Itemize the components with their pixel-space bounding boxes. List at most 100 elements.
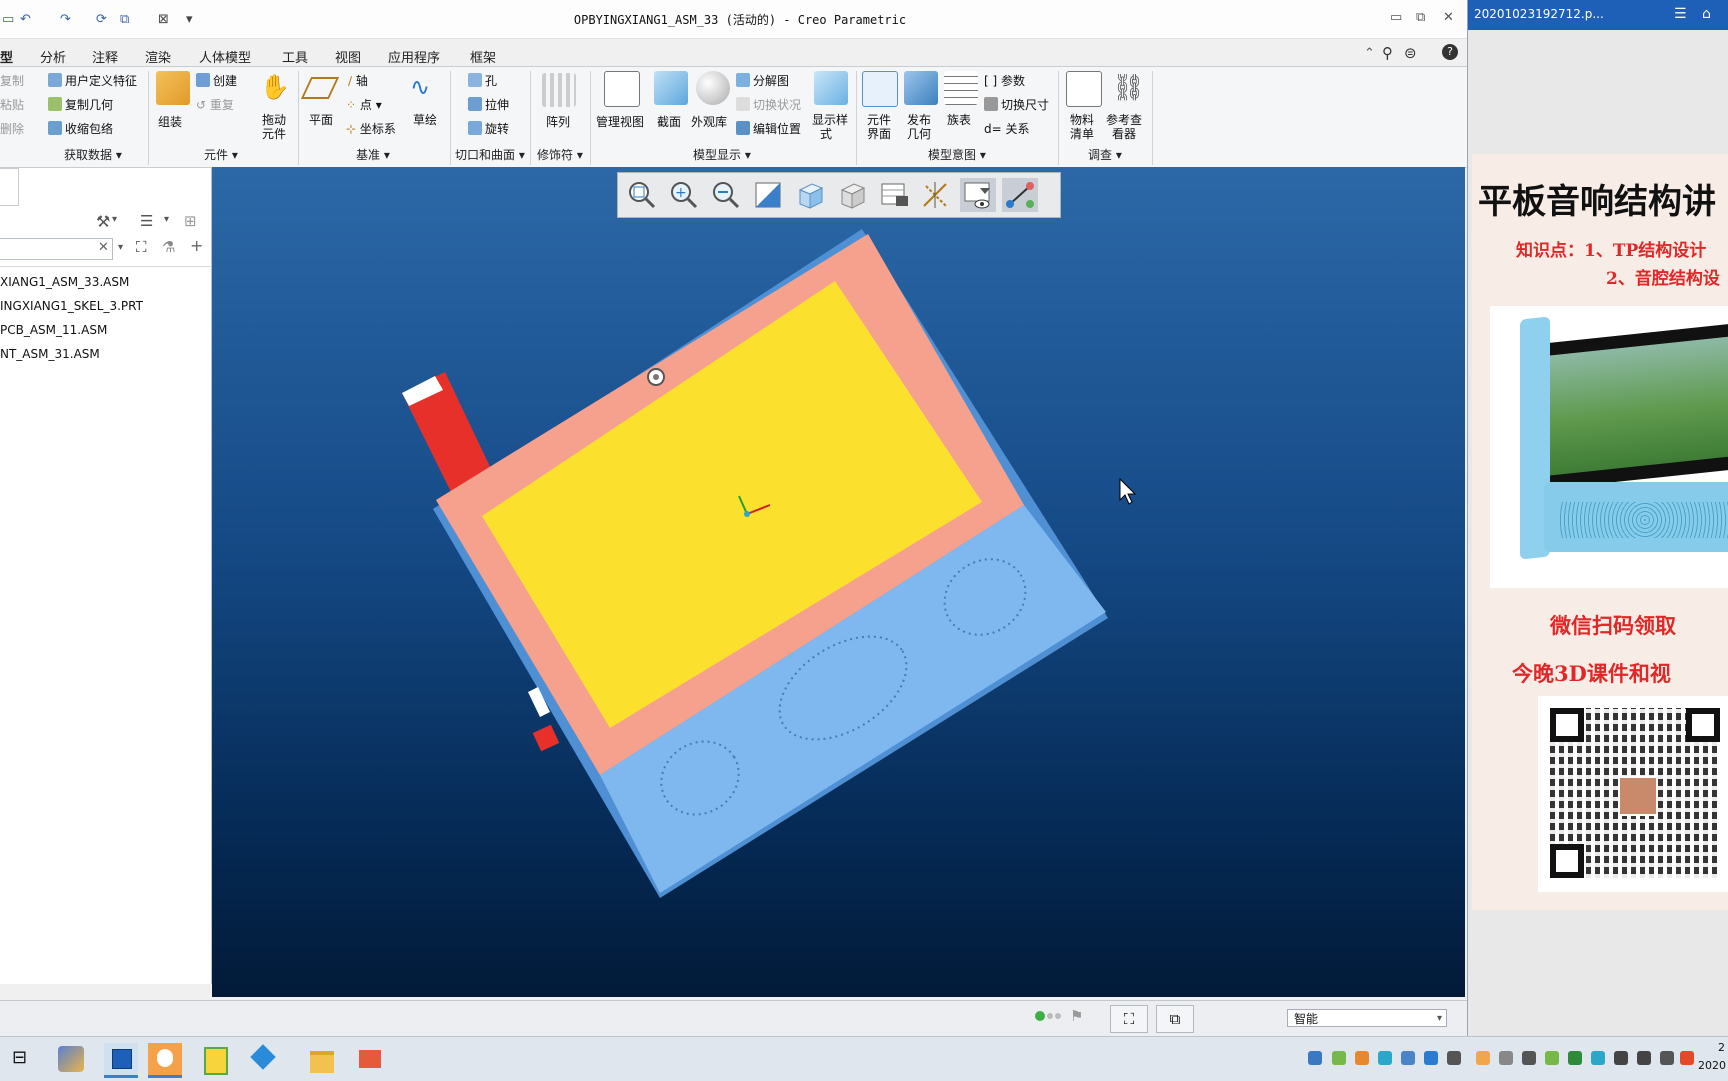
assemble-label[interactable]: 组装 — [158, 113, 182, 130]
find-icon[interactable]: ⛶ — [136, 238, 147, 256]
clear-search-icon[interactable]: ✕ — [98, 240, 109, 255]
tray-icon-6[interactable] — [1424, 1051, 1438, 1065]
group-component[interactable]: 元件 ▾ — [204, 146, 238, 163]
annotation-display-icon[interactable] — [1002, 178, 1038, 212]
edit-position-button[interactable]: 编辑位置 — [736, 120, 801, 137]
manage-views-label[interactable]: 管理视图 — [596, 113, 644, 130]
orient-icon[interactable] — [792, 178, 828, 212]
component-interface-label-2[interactable]: 界面 — [867, 125, 891, 142]
customize-quick-access-icon[interactable]: ▾ — [186, 12, 193, 27]
clock-line-2[interactable]: 2020 — [1698, 1059, 1726, 1072]
show-dropdown-icon[interactable]: ▾ — [112, 214, 117, 225]
tab-analysis[interactable]: 分析 — [40, 47, 66, 66]
display-style-icon[interactable] — [876, 178, 912, 212]
copy-geometry-button[interactable]: 复制几何 — [48, 96, 113, 113]
close-button[interactable]: ✕ — [1443, 10, 1454, 25]
collapse-ribbon-icon[interactable]: ⌃ — [1364, 46, 1375, 61]
shrinkwrap-button[interactable]: 收缩包络 — [48, 120, 113, 137]
help-icon[interactable]: ? — [1442, 44, 1458, 60]
repeat-button[interactable]: ↺ 重复 — [196, 96, 234, 113]
pattern-label[interactable]: 阵列 — [546, 113, 570, 130]
file-tab[interactable]: 20201023192712.p... — [1474, 7, 1604, 21]
zoom-in-icon[interactable]: + — [666, 178, 702, 212]
input-method-icon[interactable] — [1680, 1051, 1694, 1065]
revolve-button[interactable]: 旋转 — [468, 120, 509, 137]
tray-icon-2[interactable] — [1332, 1051, 1346, 1065]
group-model-intent[interactable]: 模型意图 ▾ — [928, 146, 986, 163]
family-table-icon[interactable] — [944, 71, 978, 105]
filter-icon[interactable]: ⚗ — [162, 238, 175, 256]
tray-icon-13[interactable] — [1591, 1051, 1605, 1065]
slides-app-icon[interactable] — [352, 1043, 386, 1075]
exploded-view-button[interactable]: 分解图 — [736, 72, 789, 89]
tree-columns-icon[interactable]: ⊞ — [184, 212, 197, 230]
redo-icon[interactable]: ↷ — [60, 12, 71, 27]
close-window-icon[interactable]: ⊠ — [158, 12, 169, 27]
recorder-app-icon[interactable] — [148, 1043, 182, 1078]
notes-app-icon[interactable] — [196, 1043, 230, 1075]
create-button[interactable]: 创建 — [196, 72, 237, 89]
appearance-gallery-icon[interactable] — [696, 71, 730, 105]
tab-framework[interactable]: 框架 — [470, 47, 496, 66]
relations-button[interactable]: d= 关系 — [984, 120, 1030, 137]
undo-icon[interactable]: ↶ — [20, 12, 31, 27]
zoom-out-icon[interactable] — [708, 178, 744, 212]
appearance-label[interactable]: 外观库 — [691, 113, 727, 130]
tab-render[interactable]: 渲染 — [145, 47, 171, 66]
group-modifiers[interactable]: 修饰符 ▾ — [537, 146, 583, 163]
group-datum[interactable]: 基准 ▾ — [356, 146, 390, 163]
tray-icon-5[interactable] — [1401, 1051, 1415, 1065]
creo-app-icon[interactable] — [104, 1043, 138, 1078]
tree-item-nt-asm[interactable]: NT_ASM_31.ASM — [0, 347, 100, 361]
shirt-icon[interactable]: ⌂ — [1702, 6, 1711, 22]
delete-button[interactable]: 删除 — [0, 120, 24, 137]
hole-button[interactable]: 孔 — [468, 72, 497, 89]
udf-button[interactable]: 用户定义特征 — [48, 72, 137, 89]
search-icon[interactable]: ⚲ — [1382, 44, 1393, 62]
sketch-icon[interactable]: ∿ — [410, 73, 430, 101]
tray-icon-1[interactable] — [1308, 1051, 1322, 1065]
file-explorer-icon[interactable] — [304, 1043, 338, 1075]
shield-icon[interactable] — [1522, 1051, 1536, 1065]
volume-icon[interactable] — [1637, 1051, 1651, 1065]
section-icon[interactable] — [654, 71, 688, 105]
add-icon[interactable]: + — [190, 236, 203, 255]
search-dropdown-icon[interactable]: ▾ — [118, 242, 123, 253]
model-viewport[interactable] — [212, 167, 1465, 997]
tray-icon-9[interactable] — [1499, 1051, 1513, 1065]
assemble-icon[interactable] — [156, 71, 190, 105]
pattern-icon[interactable] — [542, 73, 576, 107]
repaint-icon[interactable] — [750, 178, 786, 212]
saved-views-icon[interactable] — [834, 178, 870, 212]
feather-app-icon[interactable] — [246, 1043, 280, 1075]
network-icon[interactable] — [1614, 1051, 1628, 1065]
tab-model[interactable]: 型 — [0, 47, 13, 66]
keyboard-icon[interactable] — [1660, 1051, 1674, 1065]
microphone-icon[interactable] — [1447, 1051, 1461, 1065]
ad-banner[interactable]: 平板音响结构讲 知识点：1、TP结构设计 2、音腔结构设 微信扫码领取 今晚3D… — [1472, 154, 1728, 910]
plane-icon[interactable] — [300, 77, 340, 99]
graphics-window[interactable] — [212, 167, 1465, 997]
windows-icon[interactable]: ⧉ — [120, 12, 129, 27]
group-model-display[interactable]: 模型显示 ▾ — [693, 146, 751, 163]
reference-viewer-icon[interactable]: ⛓ — [1112, 73, 1145, 103]
drag-components-icon[interactable]: ✋ — [260, 73, 290, 101]
tab-manikin[interactable]: 人体模型 — [199, 47, 251, 66]
bom-label-2[interactable]: 清单 — [1070, 125, 1094, 142]
zoom-fit-icon[interactable] — [624, 178, 660, 212]
save-icon[interactable]: ▭ — [2, 12, 14, 27]
parameters-button[interactable]: [ ] 参数 — [984, 72, 1025, 89]
show-icon[interactable]: ⚒ — [96, 212, 110, 231]
flag-icon[interactable]: ⚑ — [1070, 1007, 1083, 1025]
toggle-status-button[interactable]: 切换状况 — [736, 96, 801, 113]
clock-line-1[interactable]: 2 — [1718, 1041, 1725, 1054]
plane-label[interactable]: 平面 — [309, 111, 333, 128]
tree-search-input[interactable] — [0, 238, 113, 260]
manage-views-icon[interactable] — [604, 71, 640, 107]
datum-display-icon[interactable] — [918, 178, 954, 212]
tray-icon-4[interactable] — [1378, 1051, 1392, 1065]
section-label[interactable]: 截面 — [657, 113, 681, 130]
tab-applications[interactable]: 应用程序 — [388, 47, 440, 66]
selected-items-icon[interactable]: ⧉ — [1156, 1005, 1194, 1033]
side-red-part[interactable] — [532, 724, 560, 752]
